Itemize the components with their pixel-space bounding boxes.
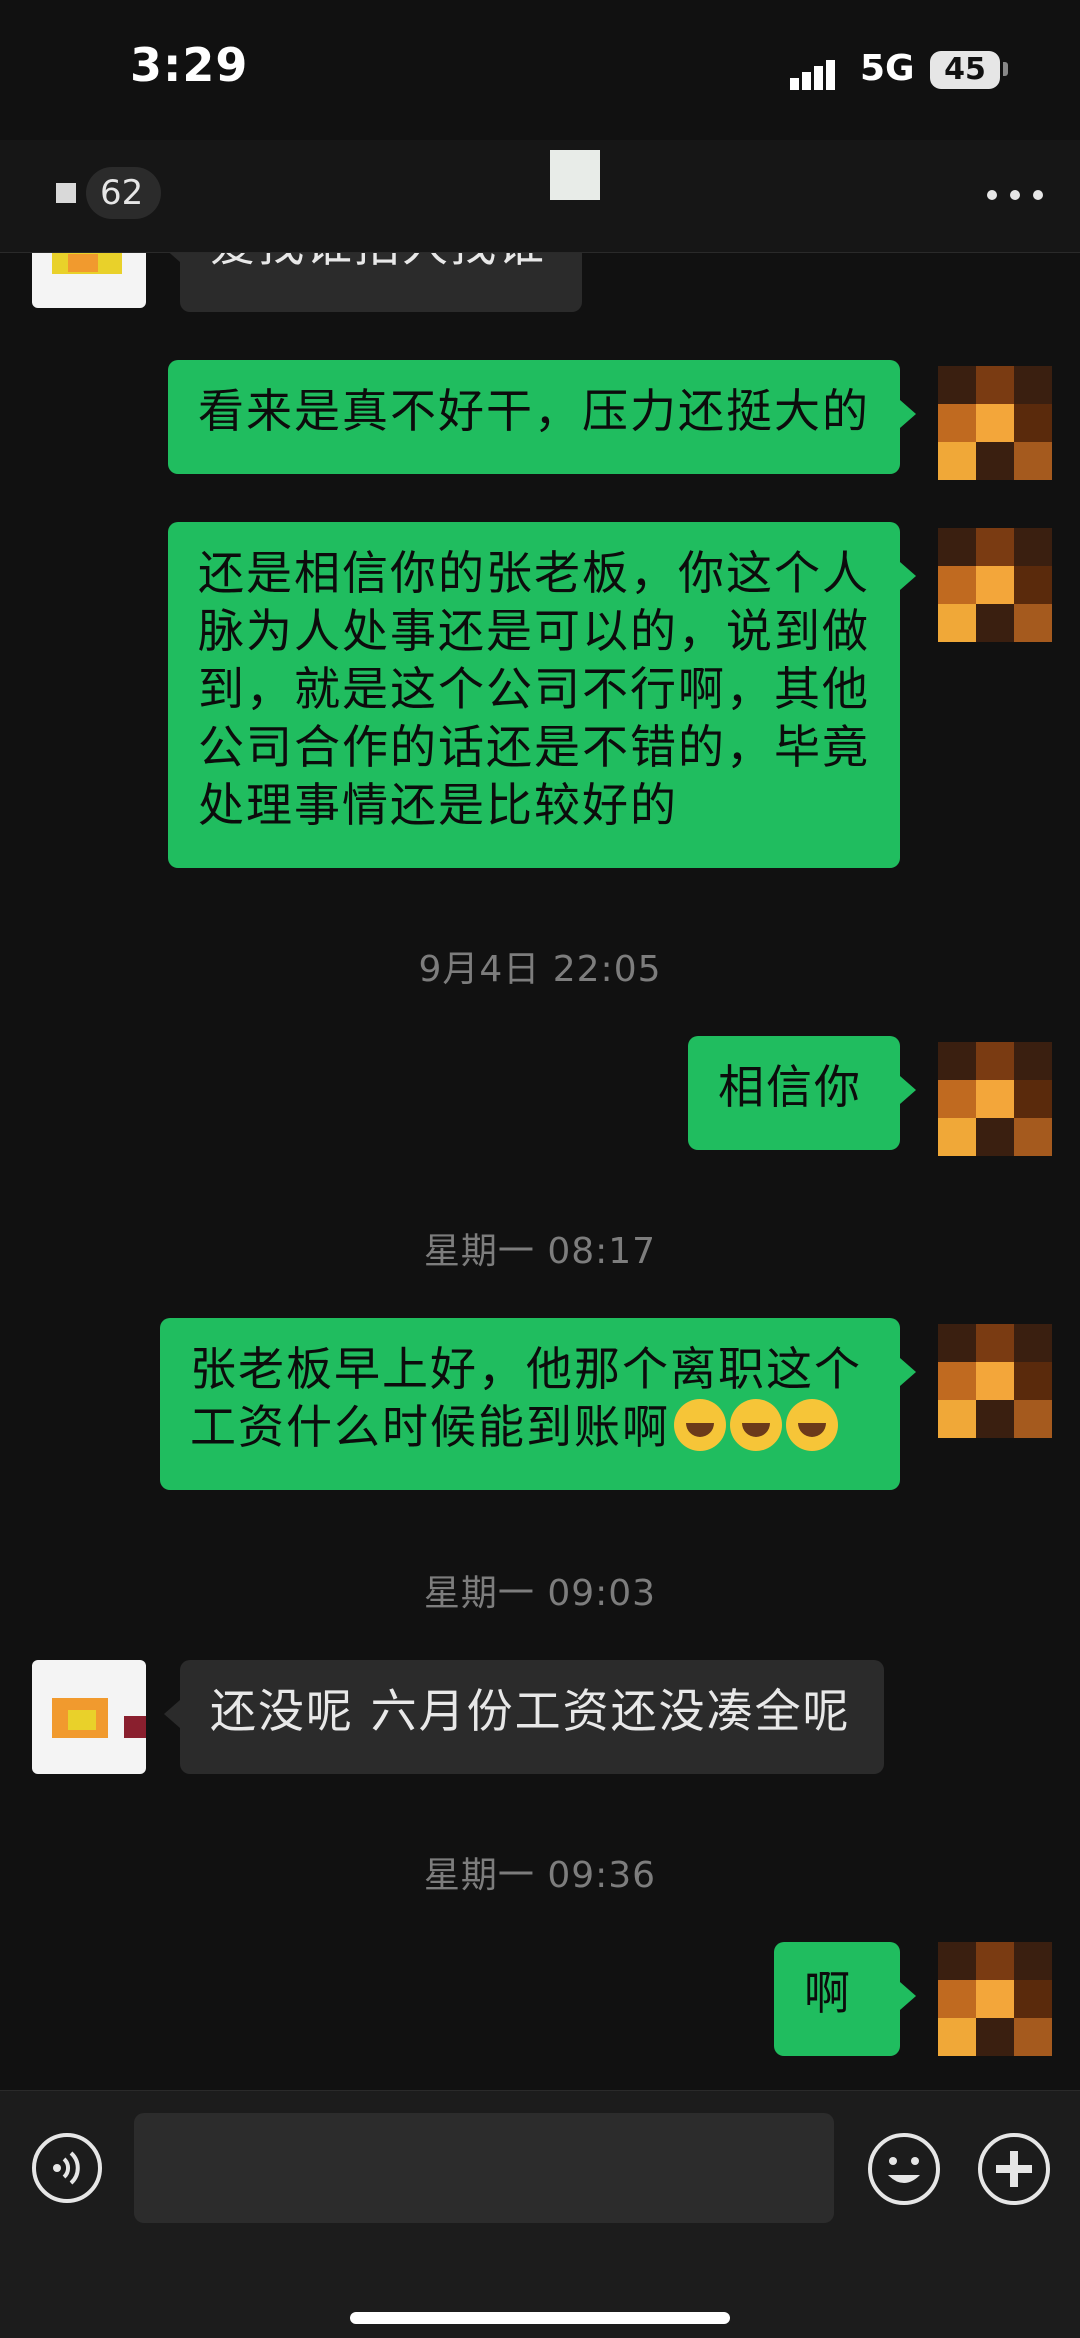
contact-avatar[interactable] [32, 252, 146, 308]
smiley-icon[interactable] [866, 2131, 942, 2207]
message-bubble-sent[interactable]: 还是相信你的张老板，你这个人脉为人处事还是可以的，说到做到，就是这个公司不行啊，… [168, 522, 916, 868]
my-avatar[interactable] [938, 1942, 1052, 2056]
message-bubble-received[interactable]: 爱找谁招人找谁 [164, 252, 582, 312]
laughing-crying-emoji-icon [674, 1399, 726, 1451]
more-dots-icon[interactable] [980, 170, 1050, 220]
timestamp: 星期一 08:17 [423, 1231, 657, 1272]
home-indicator [350, 2312, 730, 2324]
chat-header: 62 [0, 140, 1080, 253]
unread-count: 62 [86, 167, 162, 219]
timestamp: 9月4日 22:05 [418, 949, 662, 990]
message-bubble-sent[interactable]: 看来是真不好干，压力还挺大的 [168, 360, 916, 474]
message-bubble-sent[interactable]: 啊 [774, 1942, 916, 2056]
laughing-crying-emoji-icon [786, 1399, 838, 1451]
my-avatar[interactable] [938, 1042, 1052, 1156]
message-bubble-received[interactable]: 还没呢 六月份工资还没凑全呢 [164, 1660, 884, 1774]
chat-title-redacted [550, 150, 600, 200]
status-bar: 3:29 5G 45 [0, 0, 1080, 140]
message-bubble-sent[interactable]: 相信你 [688, 1036, 916, 1150]
plus-icon[interactable] [976, 2131, 1052, 2207]
battery-icon: 45 [930, 51, 1000, 89]
timestamp: 星期一 09:03 [423, 1573, 657, 1614]
contact-avatar[interactable] [32, 1660, 146, 1774]
my-avatar[interactable] [938, 366, 1052, 480]
network-type: 5G [860, 48, 915, 89]
signal-icon [790, 60, 835, 90]
voice-icon[interactable] [30, 2131, 104, 2205]
message-bubble-sent[interactable]: 张老板早上好，他那个离职这个工资什么时候能到账啊 [160, 1318, 916, 1490]
message-list[interactable]: 爱找谁招人找谁 看来是真不好干，压力还挺大的 还是相信你的张老板，你这个人脉为人… [0, 252, 1080, 2090]
laughing-crying-emoji-icon [730, 1399, 782, 1451]
battery-tip [1003, 62, 1008, 76]
message-input[interactable] [134, 2113, 834, 2223]
back-button[interactable]: 62 [40, 158, 200, 228]
input-bar [0, 2090, 1080, 2338]
my-avatar[interactable] [938, 1324, 1052, 1438]
status-time: 3:29 [130, 38, 249, 92]
timestamp: 星期一 09:36 [423, 1855, 657, 1896]
back-arrow-icon [56, 183, 76, 203]
my-avatar[interactable] [938, 528, 1052, 642]
